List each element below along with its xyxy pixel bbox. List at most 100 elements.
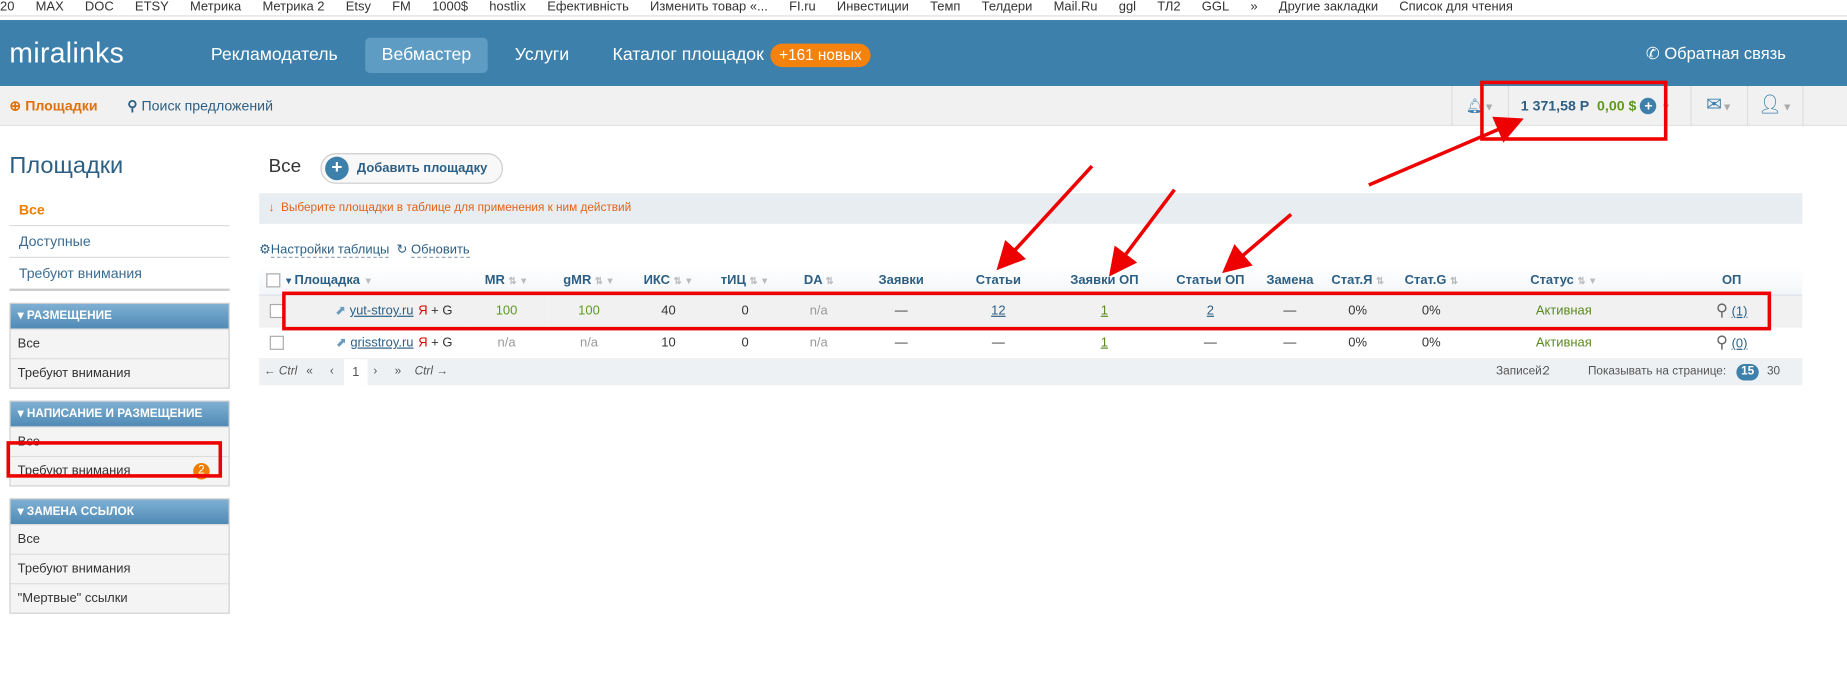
- bookmark[interactable]: ggl: [1119, 0, 1136, 14]
- refresh-button[interactable]: ↻ Обновить: [397, 242, 470, 258]
- bookmark[interactable]: Инвестиции: [837, 0, 909, 14]
- op-link[interactable]: (0): [1732, 337, 1748, 351]
- bookmark[interactable]: Метрика 2: [262, 0, 324, 14]
- bookmark[interactable]: 1000$: [432, 0, 468, 14]
- op-link[interactable]: (1): [1732, 305, 1748, 319]
- sites-link[interactable]: ⊕ Площадки: [9, 98, 97, 114]
- checkbox[interactable]: [266, 273, 281, 288]
- bookmark[interactable]: Другие закладки: [1279, 0, 1378, 14]
- first-page[interactable]: «: [306, 359, 313, 385]
- site-link[interactable]: yut-stroy.ru: [350, 304, 414, 318]
- sidebar-attention[interactable]: Требуют внимания: [9, 258, 230, 291]
- group-links-header[interactable]: ▾ Замена ссылок: [10, 499, 229, 525]
- group-item-attention[interactable]: Требуют внимания 2: [10, 455, 229, 486]
- table-row[interactable]: ⬈ grisstroy.ru Я + Gn/a n/a 10 0 n/a — —1— —0% 0%…: [259, 326, 1803, 359]
- logo[interactable]: miralinks: [9, 38, 124, 71]
- col-stat-y[interactable]: Стат.Я ⇅: [1319, 266, 1396, 296]
- nav-services[interactable]: Услуги: [498, 38, 585, 73]
- req-value: —: [894, 335, 908, 350]
- col-op: ОП: [1660, 266, 1803, 296]
- search-icon[interactable]: ⚲: [1716, 332, 1728, 351]
- col-tic[interactable]: тИЦ ⇅ ▼: [706, 266, 784, 296]
- bookmark[interactable]: FM: [392, 0, 411, 14]
- col-da[interactable]: DA ⇅: [783, 266, 855, 296]
- per-page-30[interactable]: 30: [1767, 359, 1780, 385]
- feedback-link[interactable]: ✆ Обратная связь: [1646, 44, 1786, 64]
- art-value[interactable]: 12: [991, 303, 1005, 317]
- nav-advertiser[interactable]: Рекламодатель: [194, 38, 354, 73]
- req_op-value[interactable]: 1: [1101, 335, 1108, 349]
- group-item[interactable]: Все: [10, 524, 229, 554]
- col-requests-op: Заявки ОП: [1048, 266, 1161, 296]
- col-iks[interactable]: ИКС ⇅ ▼: [630, 266, 707, 296]
- messages-button[interactable]: ✉▼: [1690, 85, 1747, 127]
- col-label: тИЦ: [720, 273, 746, 288]
- col-stat-g[interactable]: Стат.G ⇅: [1395, 266, 1467, 296]
- sort-icon: ⇅ ▼: [673, 275, 694, 286]
- group-item[interactable]: Требуют внимания: [10, 358, 229, 388]
- col-status[interactable]: Статус ⇅ ▼: [1466, 266, 1661, 296]
- mr-value: 100: [495, 303, 518, 318]
- bookmark[interactable]: Etsy: [346, 0, 371, 14]
- select-all[interactable]: ▼: [259, 266, 295, 296]
- search-offers-link[interactable]: ⚲ Поиск предложений: [127, 98, 273, 114]
- bookmark[interactable]: »: [1250, 0, 1257, 14]
- table-settings-button[interactable]: ⚙Настройки таблицы: [259, 242, 390, 258]
- prev-page[interactable]: ‹: [330, 359, 334, 385]
- cell-req: —: [854, 294, 949, 327]
- sites-table: ▼ Площадка ▼ MR ⇅ ▼ gMR ⇅ ▼ ИКС ⇅ ▼ тИЦ …: [259, 266, 1803, 359]
- bookmark[interactable]: ETSY: [135, 0, 169, 14]
- art_op-value[interactable]: 2: [1207, 303, 1214, 317]
- col-site[interactable]: Площадка ▼: [294, 266, 466, 296]
- bookmark[interactable]: DOC: [85, 0, 114, 14]
- group-item[interactable]: Все: [10, 328, 229, 359]
- per-page-15[interactable]: 15: [1736, 364, 1759, 381]
- bookmark[interactable]: Mail.Ru: [1054, 0, 1098, 14]
- group-placement-header[interactable]: ▾ Размещение: [10, 303, 229, 329]
- site-link[interactable]: grisstroy.ru: [350, 336, 413, 350]
- bookmark[interactable]: Список для чтения: [1399, 0, 1513, 14]
- bookmark[interactable]: Метрика: [190, 0, 241, 14]
- notifications-button[interactable]: 🔔︎▼: [1451, 85, 1508, 127]
- nav-catalog[interactable]: Каталог площадок +161 новых: [596, 38, 886, 73]
- nav-webmaster[interactable]: Вебмастер: [365, 37, 488, 74]
- balance-dropdown[interactable]: 1 371,58 Р 0,00 $ + ▼: [1507, 85, 1691, 127]
- group-item[interactable]: "Мертвые" ссылки: [10, 583, 229, 613]
- add-funds-icon[interactable]: +: [1640, 97, 1657, 115]
- arrow: [1368, 116, 1524, 187]
- cell-iks: 10: [630, 326, 707, 359]
- last-page[interactable]: »: [395, 359, 402, 385]
- col-gmr[interactable]: gMR ⇅ ▼: [547, 266, 631, 296]
- row-checkbox[interactable]: [269, 335, 284, 350]
- sidebar-all[interactable]: Все: [9, 194, 230, 227]
- sidebar-available[interactable]: Доступные: [9, 226, 230, 258]
- row-checkbox[interactable]: [269, 303, 284, 318]
- bookmark[interactable]: FI.ru: [789, 0, 816, 14]
- bookmark[interactable]: GGL: [1202, 0, 1229, 14]
- group-writing-header[interactable]: ▾ Написание и размещение: [10, 401, 229, 427]
- req_op-value[interactable]: 1: [1101, 303, 1108, 317]
- bookmark[interactable]: Телдери: [982, 0, 1033, 14]
- filter-icon[interactable]: ▼: [364, 275, 373, 286]
- bookmark[interactable]: Темп: [930, 0, 960, 14]
- bookmark[interactable]: ТЛ2: [1157, 0, 1180, 14]
- group-item[interactable]: Все: [10, 426, 229, 456]
- group-item[interactable]: Требуют внимания: [10, 553, 229, 584]
- req-value: —: [894, 303, 908, 318]
- cell-se: Я + G: [418, 294, 466, 327]
- bookmark[interactable]: hostlix: [489, 0, 526, 14]
- page-current[interactable]: 1: [343, 359, 368, 386]
- yandex-mark: Я: [418, 335, 428, 350]
- cell-select: [259, 294, 295, 327]
- bookmark[interactable]: Изменить товар «...: [650, 0, 768, 14]
- col-mr[interactable]: MR ⇅ ▼: [465, 266, 548, 296]
- table-row[interactable]: ⬈ yut-stroy.ru Я + G 100 100 40 0 n/a —12 1 2—0% 0…: [259, 294, 1803, 327]
- col-label: Стат.Я: [1331, 273, 1373, 288]
- search-icon[interactable]: ⚲: [1716, 300, 1728, 319]
- bookmark[interactable]: Ефективність: [547, 0, 629, 14]
- bookmark[interactable]: 20: [0, 0, 14, 14]
- bookmark[interactable]: MAX: [36, 0, 64, 14]
- next-page[interactable]: ›: [373, 359, 377, 385]
- add-site-button[interactable]: + Добавить площадку: [320, 153, 503, 184]
- user-menu-button[interactable]: 👤︎▼: [1746, 85, 1804, 127]
